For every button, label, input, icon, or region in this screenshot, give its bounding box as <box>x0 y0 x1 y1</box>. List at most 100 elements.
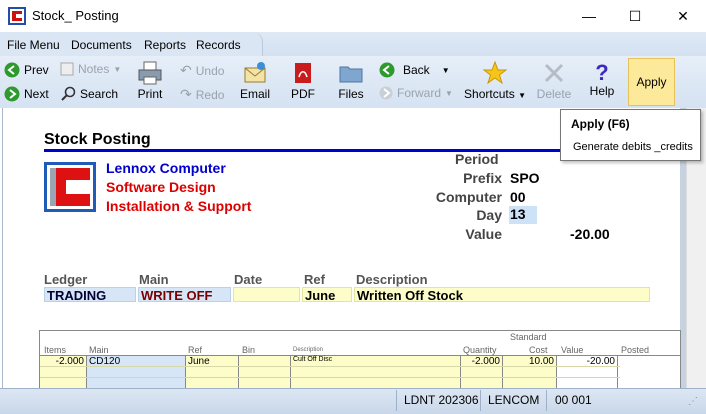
status-separator <box>396 390 397 411</box>
delete-x-icon <box>544 63 564 83</box>
app-icon <box>8 7 26 25</box>
status-separator <box>546 390 547 411</box>
arrow-left-icon <box>4 62 20 78</box>
files-button[interactable]: Files <box>336 60 366 101</box>
value-total: -20.00 <box>570 226 610 242</box>
notes-dropdown-icon: ▼ <box>113 64 122 74</box>
main-header: Main <box>139 272 169 287</box>
notes-button[interactable]: Notes ▼ <box>60 62 121 76</box>
grid-col-ref: Ref <box>188 345 203 355</box>
search-icon <box>61 86 76 101</box>
grid-col-items: Items <box>44 345 67 355</box>
day-label: Day <box>476 207 502 223</box>
grid-col-main: Main <box>89 345 109 355</box>
maximize-button[interactable]: ☐ <box>612 0 658 32</box>
computer-label: Computer <box>435 189 502 205</box>
menu-documents[interactable]: Documents <box>71 38 132 52</box>
search-button[interactable]: Search <box>60 86 118 102</box>
grid-description-value: Cult Off Disc <box>293 356 333 363</box>
grid-cell-description[interactable]: Cult Off Disc <box>291 355 461 388</box>
folder-icon <box>339 66 363 83</box>
grid-cell-value: -20.00 <box>557 355 618 388</box>
grid-cell-ref[interactable]: June <box>186 355 239 388</box>
value-label: Value <box>465 226 502 242</box>
delete-button[interactable]: Delete <box>536 60 572 101</box>
print-button[interactable]: Print <box>134 60 166 101</box>
grid-cell-items[interactable]: -2.000 <box>40 355 87 388</box>
prev-button[interactable]: Prev <box>4 62 49 78</box>
undo-label: Undo <box>195 63 225 78</box>
main-field[interactable]: WRITE OFF <box>138 287 231 303</box>
document-title: Stock Posting <box>44 131 151 148</box>
printer-icon <box>138 61 162 85</box>
next-label: Next <box>24 87 49 101</box>
menu-records[interactable]: Records <box>196 38 241 52</box>
pdf-button[interactable]: PDF <box>288 60 318 101</box>
help-button[interactable]: ? Help <box>586 60 618 98</box>
prefix-label: Prefix <box>463 170 502 186</box>
grid-cell-main[interactable]: CD120 <box>87 355 186 388</box>
document-left-border <box>2 108 3 388</box>
grid-col-posted: Posted <box>621 345 650 355</box>
undo-icon: ↶ <box>180 62 192 78</box>
grid-row-divider <box>40 366 620 367</box>
search-label: Search <box>80 87 119 101</box>
grid-cell-bin[interactable] <box>239 355 291 388</box>
menu-file[interactable]: File Menu <box>7 38 60 52</box>
grid-cell-quantity[interactable]: -2.000 <box>461 355 503 388</box>
grid-cell-cost[interactable]: 10.00 <box>503 355 557 388</box>
email-button[interactable]: Email <box>239 60 271 101</box>
redo-button[interactable]: ↷ Redo <box>180 86 224 103</box>
arrow-right-icon <box>4 86 20 102</box>
menu-reports[interactable]: Reports <box>144 38 186 52</box>
ref-field[interactable]: June <box>302 287 352 303</box>
pdf-label: PDF <box>291 87 315 101</box>
ledger-field[interactable]: TRADING <box>44 287 136 303</box>
grid-col-quantity: Quantity <box>463 345 497 355</box>
tooltip-body: Generate debits _credits <box>573 141 693 153</box>
email-icon <box>244 62 266 83</box>
grid-col-description: Description <box>293 347 324 353</box>
date-field[interactable] <box>233 287 300 302</box>
prefix-value[interactable]: SPO <box>510 170 540 186</box>
grid-col-cost: Cost <box>529 345 548 355</box>
help-question-icon: ? <box>595 60 609 85</box>
company-name-line3: Installation & Support <box>106 198 252 214</box>
resize-grip-icon[interactable]: ⋰ <box>688 396 698 407</box>
forward-button[interactable]: Forward ▼ <box>379 86 453 100</box>
forward-arrow-icon <box>379 86 393 100</box>
description-field[interactable]: Written Off Stock <box>354 287 650 303</box>
forward-label: Forward <box>397 86 442 100</box>
notes-label: Notes <box>78 62 110 76</box>
status-separator <box>480 390 481 411</box>
back-dropdown-icon: ▼ <box>441 65 450 75</box>
back-label: Back <box>403 63 430 77</box>
grid-col-value: Value <box>561 345 584 355</box>
apply-button[interactable]: Apply <box>628 58 675 106</box>
period-label: Period <box>455 151 499 167</box>
minimize-button[interactable]: — <box>566 0 612 32</box>
date-header: Date <box>234 272 263 287</box>
undo-button[interactable]: ↶ Undo <box>180 62 224 79</box>
grid-col-bin: Bin <box>242 345 256 355</box>
shortcuts-dropdown-icon: ▼ <box>518 91 526 100</box>
close-button[interactable]: ✕ <box>660 0 706 32</box>
day-field[interactable]: 13 <box>509 206 537 224</box>
back-button[interactable]: Back ▼ <box>379 62 450 78</box>
delete-label: Delete <box>536 87 572 101</box>
computer-value[interactable]: 00 <box>510 189 526 205</box>
window-title: Stock_ Posting <box>32 8 119 23</box>
status-code: 00 001 <box>555 393 592 407</box>
ledger-header: Ledger <box>44 272 88 287</box>
apply-tooltip: Apply (F6) Generate debits _credits <box>560 109 701 161</box>
redo-icon: ↷ <box>180 86 192 102</box>
redo-label: Redo <box>195 87 225 102</box>
description-header: Description <box>356 272 428 287</box>
company-name-line2: Software Design <box>106 179 216 195</box>
shortcuts-button[interactable]: Shortcuts ▼ <box>461 60 529 101</box>
grid-col-standard: Standard <box>510 332 547 342</box>
next-button[interactable]: Next <box>4 86 49 102</box>
tooltip-title: Apply (F6) <box>571 117 630 131</box>
apply-label: Apply <box>636 75 667 89</box>
pdf-icon <box>295 63 311 83</box>
